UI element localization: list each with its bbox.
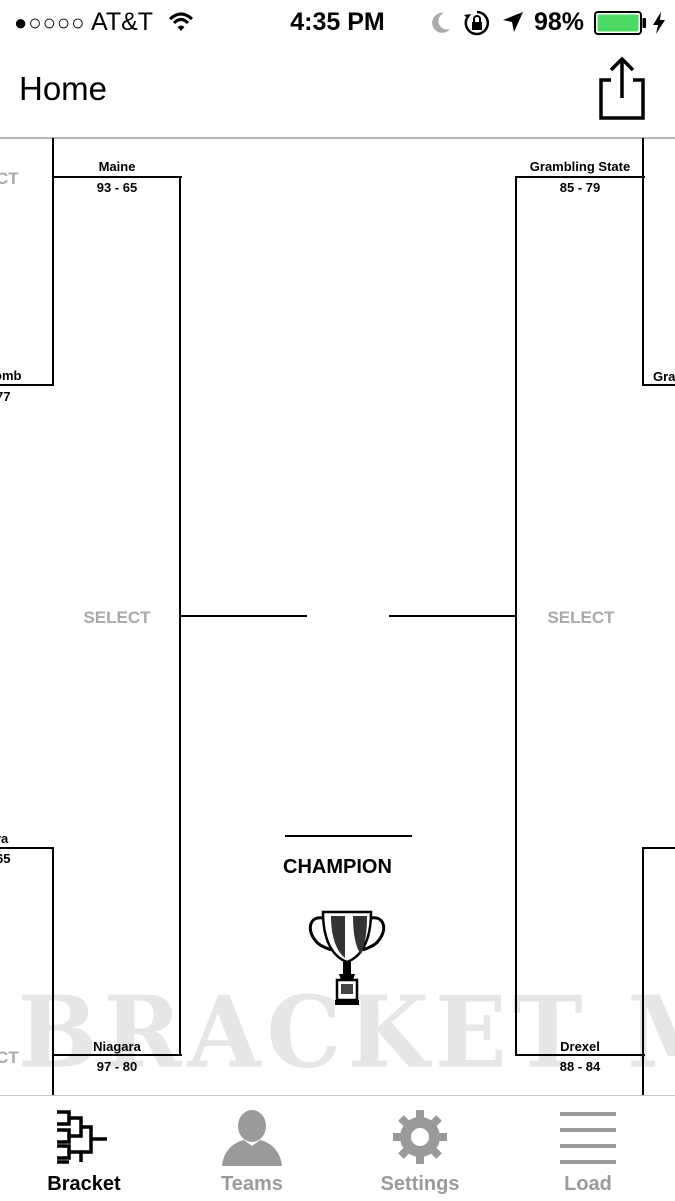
bracket-line bbox=[642, 138, 644, 386]
person-icon bbox=[222, 1110, 282, 1166]
location-arrow-icon bbox=[503, 12, 523, 32]
tab-load[interactable]: Load bbox=[504, 1096, 672, 1201]
bracket-line bbox=[642, 847, 675, 849]
tab-label: Settings bbox=[380, 1173, 460, 1195]
bracket-line bbox=[179, 615, 307, 617]
battery-percentage: 98% bbox=[534, 8, 585, 36]
battery-icon bbox=[594, 11, 646, 35]
team-name: omb bbox=[0, 368, 22, 383]
bracket-line bbox=[0, 384, 54, 386]
tab-teams[interactable]: Teams bbox=[168, 1096, 336, 1201]
tab-bracket[interactable]: Bracket bbox=[0, 1096, 168, 1201]
bracket-icon bbox=[57, 1110, 107, 1164]
bracket-line bbox=[0, 847, 54, 849]
tab-label: Bracket bbox=[47, 1173, 121, 1195]
team-score: 97 - 80 bbox=[96, 1059, 138, 1074]
select-slot[interactable]: CT bbox=[0, 1048, 36, 1068]
list-icon bbox=[560, 1112, 616, 1164]
bracket-line bbox=[515, 176, 645, 178]
champion-label: CHAMPION bbox=[283, 856, 392, 878]
team-name[interactable]: Niagara bbox=[54, 1039, 180, 1054]
bracket-line bbox=[52, 1054, 182, 1056]
team-score: 77 bbox=[0, 389, 11, 404]
tab-label: Teams bbox=[221, 1173, 283, 1195]
team-name[interactable]: Maine bbox=[54, 159, 180, 174]
moon-icon bbox=[432, 12, 450, 33]
team-score: 85 - 79 bbox=[559, 180, 601, 195]
bracket-line bbox=[389, 615, 517, 617]
navigation-bar: Home bbox=[0, 46, 675, 139]
team-name[interactable]: Drexel bbox=[516, 1039, 644, 1054]
team-name: ra bbox=[0, 831, 9, 846]
select-slot[interactable]: SELECT bbox=[517, 608, 645, 628]
team-score: 88 - 84 bbox=[559, 1059, 601, 1074]
bracket-line bbox=[52, 847, 54, 1095]
share-icon bbox=[599, 56, 645, 120]
tab-bar: Bracket Teams Settings Load bbox=[0, 1095, 675, 1201]
team-name[interactable]: Grambling State bbox=[516, 159, 644, 174]
bracket-line bbox=[642, 847, 644, 1095]
tab-label: Load bbox=[564, 1173, 612, 1195]
team-score: 93 - 65 bbox=[96, 180, 138, 195]
page-title: Home bbox=[19, 70, 108, 107]
trophy-icon bbox=[308, 910, 386, 1005]
gear-icon bbox=[393, 1110, 447, 1164]
bracket-line bbox=[515, 1054, 645, 1056]
team-name: Gra bbox=[653, 369, 675, 384]
bracket-view[interactable]: BRACKET MAKER CT omb 77 Maine 93 - 65 SE… bbox=[0, 138, 675, 1095]
select-slot[interactable]: CT bbox=[0, 169, 36, 189]
rotation-lock-icon bbox=[464, 10, 490, 36]
share-button[interactable] bbox=[594, 56, 650, 122]
charging-bolt-icon bbox=[653, 12, 665, 34]
bracket-line bbox=[52, 176, 182, 178]
select-slot[interactable]: SELECT bbox=[54, 608, 180, 628]
bracket-line bbox=[642, 384, 675, 386]
champion-line bbox=[285, 835, 412, 837]
tab-settings[interactable]: Settings bbox=[336, 1096, 504, 1201]
status-bar: ●○○○○ AT&T 4:35 PM 98% bbox=[0, 0, 675, 46]
